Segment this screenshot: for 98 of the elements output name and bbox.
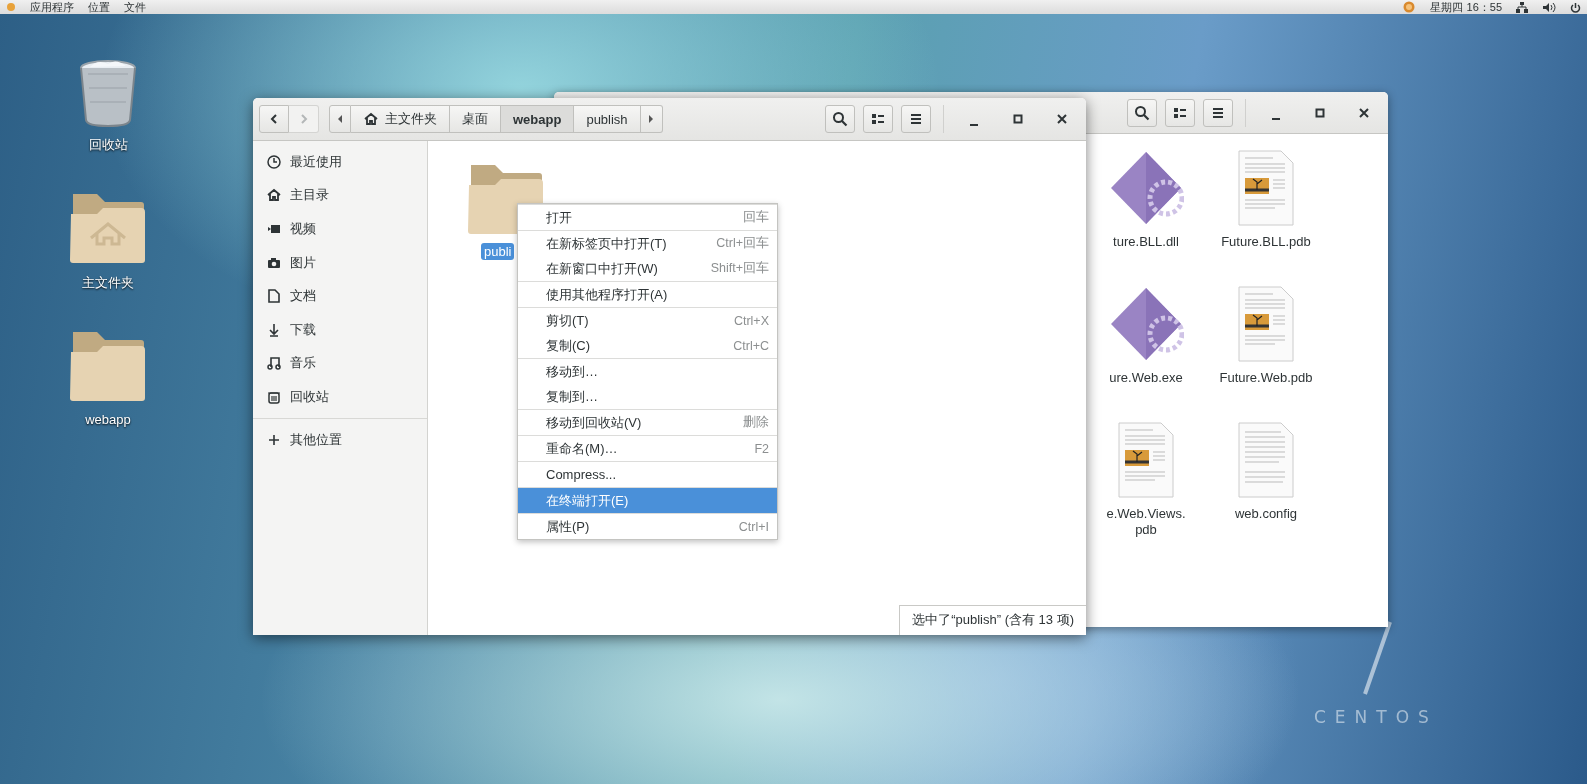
close-icon bbox=[1358, 106, 1370, 119]
maximize-icon bbox=[1012, 113, 1024, 125]
back-button[interactable] bbox=[259, 105, 289, 133]
sidebar-item[interactable]: 音乐 bbox=[253, 346, 427, 381]
status-bar: 选中了“publish” (含有 13 项) bbox=[899, 605, 1086, 635]
sidebar-item[interactable]: 其他位置 bbox=[253, 422, 427, 457]
download-arrow-icon bbox=[266, 321, 282, 338]
menu-item[interactable]: 重命名(M)… F2 bbox=[518, 436, 777, 461]
menu-item-label: 在新标签页中打开(T) bbox=[546, 234, 668, 253]
sidebar-item[interactable]: 文档 bbox=[253, 279, 427, 313]
shortcut-label: Ctrl+C bbox=[733, 338, 769, 353]
menu-item[interactable]: Compress... bbox=[518, 462, 777, 487]
sidebar-item[interactable]: 最近使用 bbox=[253, 145, 427, 179]
menu-item-label: 在终端打开(E) bbox=[546, 491, 630, 510]
file-name[interactable]: ure.Web.exe bbox=[1109, 370, 1183, 386]
user-avatar-icon bbox=[1402, 1, 1417, 13]
view-toggle-button[interactable] bbox=[863, 105, 893, 133]
volume-icon bbox=[1542, 1, 1556, 13]
menu-item[interactable]: 剪切(T) Ctrl+X bbox=[518, 308, 777, 333]
home-icon bbox=[266, 187, 282, 204]
menu-button[interactable] bbox=[1203, 98, 1233, 127]
shortcut-label: Ctrl+X bbox=[733, 313, 769, 328]
sidebar-item[interactable]: 下载 bbox=[253, 312, 427, 347]
menu-item-label: 属性(P) bbox=[546, 517, 591, 536]
menu-item[interactable]: 移动到回收站(V) 删除 bbox=[518, 410, 777, 435]
sidebar-item[interactable]: 主目录 bbox=[253, 178, 427, 213]
path-button[interactable]: publish bbox=[574, 105, 641, 133]
menu-item[interactable]: 复制到… bbox=[518, 384, 777, 409]
document-preview-icon bbox=[1118, 422, 1174, 498]
file-name[interactable]: ture.BLL.dll bbox=[1113, 234, 1179, 250]
shortcut-label: Ctrl+回车 bbox=[716, 235, 769, 252]
chevron-left-icon bbox=[268, 113, 280, 125]
gear-diamond-icon bbox=[1108, 286, 1184, 362]
gear-diamond-icon bbox=[1108, 150, 1184, 226]
close-icon bbox=[1056, 113, 1068, 125]
search-icon bbox=[832, 111, 848, 127]
menu-item-label: 剪切(T) bbox=[546, 311, 590, 330]
menu-item[interactable]: 在新窗口中打开(W) Shift+回车 bbox=[518, 256, 777, 281]
desktop-icon-label[interactable]: 主文件夹 bbox=[82, 274, 134, 292]
menu-item[interactable]: 属性(P) Ctrl+I bbox=[518, 514, 777, 539]
search-button[interactable] bbox=[1127, 98, 1157, 127]
sidebar-item[interactable]: 视频 bbox=[253, 212, 427, 246]
maximize-icon bbox=[1314, 106, 1326, 119]
file-name[interactable]: Future.Web.pdb bbox=[1219, 370, 1313, 386]
menu-item[interactable]: 在新标签页中打开(T) Ctrl+回车 bbox=[518, 231, 777, 256]
menu-item-label: 复制(C) bbox=[546, 336, 592, 355]
home-icon bbox=[363, 111, 379, 127]
menu-item-label: 重命名(M)… bbox=[546, 439, 619, 458]
path-button[interactable]: 主文件夹 bbox=[351, 105, 450, 133]
path-button[interactable]: webapp bbox=[501, 105, 575, 133]
minimize-icon bbox=[1272, 117, 1280, 120]
menu-item-label: Compress... bbox=[546, 467, 618, 482]
music-note-icon bbox=[266, 355, 282, 372]
file-name[interactable]: e.Web.Views.pdb bbox=[1098, 506, 1194, 538]
app-menu-icon bbox=[6, 2, 16, 12]
file-name[interactable]: Future.BLL.pdb bbox=[1221, 234, 1311, 250]
text-file-icon bbox=[1238, 422, 1294, 498]
triangle-right-icon bbox=[647, 114, 656, 124]
shortcut-label: F2 bbox=[754, 441, 769, 456]
clock[interactable]: 星期四 16：55 bbox=[1430, 0, 1502, 14]
path-button[interactable]: 桌面 bbox=[450, 105, 501, 133]
menu-item[interactable]: 打开 回车 bbox=[518, 205, 777, 230]
sidebar-item[interactable]: 图片 bbox=[253, 245, 427, 280]
sidebar-item[interactable]: 回收站 bbox=[253, 380, 427, 414]
menu-item-label: 移动到… bbox=[546, 362, 599, 381]
shortcut-label: Shift+回车 bbox=[710, 260, 769, 277]
search-button[interactable] bbox=[825, 105, 855, 133]
wallpaper-logo-text: CENTOS bbox=[1314, 707, 1438, 727]
desktop-icon-label[interactable]: 回收站 bbox=[88, 136, 128, 154]
minimize-icon bbox=[970, 124, 978, 126]
top-menu[interactable]: 位置 bbox=[88, 0, 110, 14]
menu-item-label: 移动到回收站(V) bbox=[546, 413, 643, 432]
menu-item[interactable]: 使用其他程序打开(A) bbox=[518, 282, 777, 307]
search-icon bbox=[1134, 104, 1150, 121]
file-name[interactable]: web.config bbox=[1234, 506, 1298, 522]
power-icon bbox=[1570, 1, 1581, 13]
menu-button[interactable] bbox=[901, 105, 931, 133]
list-view-icon bbox=[870, 111, 886, 127]
top-menu[interactable]: 文件 bbox=[124, 0, 146, 14]
menu-item-label: 在新窗口中打开(W) bbox=[546, 259, 659, 278]
shortcut-label: 回车 bbox=[743, 209, 769, 226]
menu-item[interactable]: 移动到… bbox=[518, 359, 777, 384]
shortcut-label: 删除 bbox=[743, 414, 769, 431]
menu-item-label: 打开 bbox=[546, 208, 573, 227]
menu-item-label: 使用其他程序打开(A) bbox=[546, 285, 669, 304]
network-icon bbox=[1516, 1, 1528, 13]
document-preview-icon bbox=[1238, 150, 1294, 226]
desktop-icon-label[interactable]: webapp bbox=[85, 412, 131, 427]
menu-item-label: 复制到… bbox=[546, 387, 599, 406]
triangle-left-icon bbox=[336, 114, 344, 124]
menu-item[interactable]: 复制(C) Ctrl+C bbox=[518, 333, 777, 358]
document-icon bbox=[266, 288, 282, 305]
document-preview-icon bbox=[1238, 286, 1294, 362]
shortcut-label: Ctrl+I bbox=[738, 519, 769, 534]
menu-icon bbox=[908, 111, 924, 127]
clock-icon bbox=[266, 153, 282, 170]
top-menu[interactable]: 应用程序 bbox=[30, 0, 74, 14]
view-toggle-button[interactable] bbox=[1165, 98, 1195, 127]
